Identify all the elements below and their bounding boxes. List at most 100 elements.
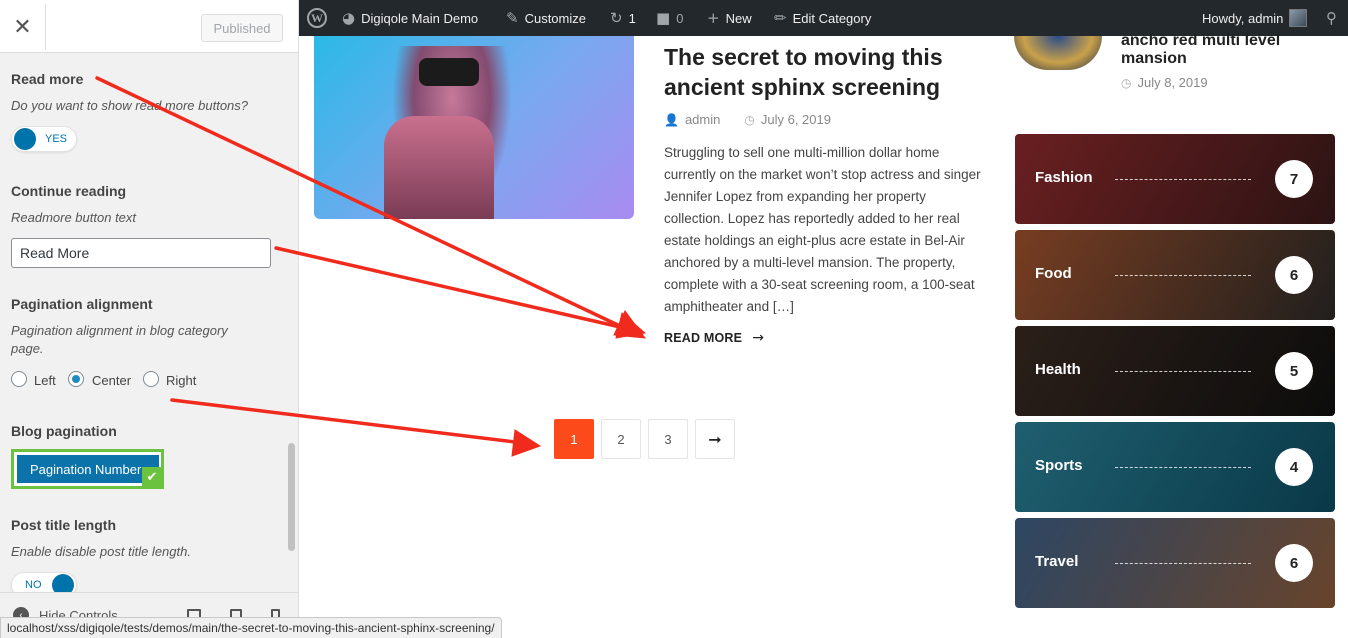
page-3-button[interactable]: 3 [648, 419, 688, 459]
pagination: 1 2 3 ➞ [554, 419, 735, 459]
page-1-button[interactable]: 1 [554, 419, 594, 459]
category-divider [1115, 371, 1251, 372]
next-page-button[interactable]: ➞ [695, 419, 735, 459]
account-menu[interactable]: Howdy, admin [1202, 0, 1308, 36]
read-more-link[interactable]: READ MORE → [664, 330, 764, 346]
category-name: Sports [1035, 457, 1083, 474]
readmore-text-input[interactable]: Read More [11, 238, 271, 268]
toggle-knob [14, 128, 36, 150]
blog-pagination-control: Pagination Number ✔ [11, 449, 164, 489]
panel-scrollbar-thumb[interactable] [288, 443, 295, 551]
category-name: Fashion [1035, 169, 1093, 186]
page-2-button[interactable]: 2 [601, 419, 641, 459]
category-card-health[interactable]: Health 5 [1015, 326, 1335, 416]
admin-search[interactable]: ⚲ [1326, 0, 1337, 36]
continue-reading-description: Readmore button text [11, 210, 137, 225]
post-title[interactable]: The secret to moving this ancient sphinx… [664, 42, 984, 102]
category-count: 6 [1275, 256, 1313, 294]
category-divider [1115, 467, 1251, 468]
related-post-date: ◷ July 8, 2019 [1121, 75, 1208, 90]
category-divider [1115, 275, 1251, 276]
clock-icon: ◷ [1121, 75, 1132, 90]
post-author[interactable]: admin [685, 112, 720, 127]
arrow-right-icon: → [752, 330, 765, 346]
read-more-title: Read more [11, 71, 84, 87]
post-title-length-description: Enable disable post title length. [11, 544, 191, 559]
category-card-sports[interactable]: Sports 4 [1015, 422, 1335, 512]
radio-left[interactable] [11, 371, 27, 387]
category-divider [1115, 563, 1251, 564]
updates-icon: ↻ [610, 9, 623, 27]
comments-link[interactable]: ■ 0 [656, 0, 683, 36]
category-divider [1115, 179, 1251, 180]
category-count: 5 [1275, 352, 1313, 390]
post-featured-image[interactable] [314, 36, 634, 219]
radio-center[interactable] [68, 371, 84, 387]
avatar [1289, 9, 1308, 27]
related-post-thumbnail[interactable] [1014, 36, 1102, 70]
vr-headset-shape [419, 58, 479, 86]
pagination-alignment-description: Pagination alignment in blog category pa… [11, 323, 228, 356]
post-meta: 👤 admin ◷ July 6, 2019 [664, 112, 831, 127]
read-more-toggle[interactable]: YES [11, 126, 77, 152]
search-icon: ⚲ [1326, 9, 1337, 27]
pagination-alignment-title: Pagination alignment [11, 296, 153, 312]
brush-icon: ✎ [506, 9, 519, 27]
plus-icon: + [707, 9, 720, 27]
image-shirt [384, 116, 494, 219]
radio-center-label: Center [92, 373, 132, 388]
toggle-label: NO [25, 579, 42, 591]
customizer-header: ✕ Published [0, 0, 298, 53]
category-count: 6 [1275, 544, 1313, 582]
toggle-label: YES [45, 133, 68, 145]
close-icon: ✕ [13, 14, 32, 40]
related-date-text: July 8, 2019 [1137, 75, 1208, 90]
arrow-right-icon: ➞ [708, 429, 722, 449]
clock-icon: ◷ [744, 112, 755, 127]
new-label: New [725, 10, 752, 26]
category-name: Travel [1035, 553, 1079, 570]
close-customizer-button[interactable]: ✕ [0, 4, 46, 50]
radio-right[interactable] [143, 371, 159, 387]
post-title-length-title: Post title length [11, 517, 116, 533]
category-count: 4 [1275, 448, 1313, 486]
customizer-panel: ✕ Published Read more Do you want to sho… [0, 0, 299, 638]
pagination-number-option[interactable]: Pagination Number [17, 455, 159, 483]
dashboard-icon: ◕ [342, 9, 356, 27]
radio-left-label: Left [34, 373, 56, 388]
read-more-description: Do you want to show read more buttons? [11, 98, 249, 113]
category-name: Food [1035, 265, 1072, 282]
blog-pagination-title: Blog pagination [11, 423, 117, 439]
category-card-food[interactable]: Food 6 [1015, 230, 1335, 320]
category-card-fashion[interactable]: Fashion 7 [1015, 134, 1335, 224]
post-excerpt: Struggling to sell one multi-million dol… [664, 145, 981, 314]
checkmark-icon: ✔ [142, 467, 162, 487]
category-count: 7 [1275, 160, 1313, 198]
customize-link[interactable]: ✎ Customize [506, 0, 586, 36]
read-more-label: READ MORE [664, 331, 743, 345]
updates-link[interactable]: ↻ 1 [610, 0, 636, 36]
site-name: Digiqole Main Demo [361, 10, 479, 26]
related-post-title[interactable]: ancho red multi level mansion [1121, 32, 1341, 68]
radio-right-label: Right [166, 373, 197, 388]
updates-count: 1 [628, 10, 636, 26]
admin-bar: W ◕ Digiqole Main Demo ✎ Customize ↻ 1 ■… [299, 0, 1348, 36]
edit-label: Edit Category [792, 10, 872, 26]
edit-category-link[interactable]: ✏ Edit Category [774, 0, 871, 36]
comments-count: 0 [676, 10, 684, 26]
category-name: Health [1035, 361, 1081, 378]
pencil-icon: ✏ [774, 9, 787, 27]
browser-status-bar: localhost/xss/digiqole/tests/demos/main/… [0, 617, 502, 638]
wordpress-logo-icon: W [307, 8, 327, 28]
post-date: July 6, 2019 [760, 112, 831, 127]
continue-reading-title: Continue reading [11, 183, 127, 199]
new-content-link[interactable]: + New [707, 0, 752, 36]
comment-icon: ■ [656, 9, 671, 27]
howdy-label: Howdy, admin [1202, 10, 1284, 26]
published-button[interactable]: Published [201, 14, 283, 42]
wordpress-menu[interactable]: W [307, 0, 327, 36]
user-icon: 👤 [664, 112, 679, 127]
customize-label: Customize [524, 10, 586, 26]
site-name-link[interactable]: ◕ Digiqole Main Demo [342, 0, 478, 36]
category-card-travel[interactable]: Travel 6 [1015, 518, 1335, 608]
